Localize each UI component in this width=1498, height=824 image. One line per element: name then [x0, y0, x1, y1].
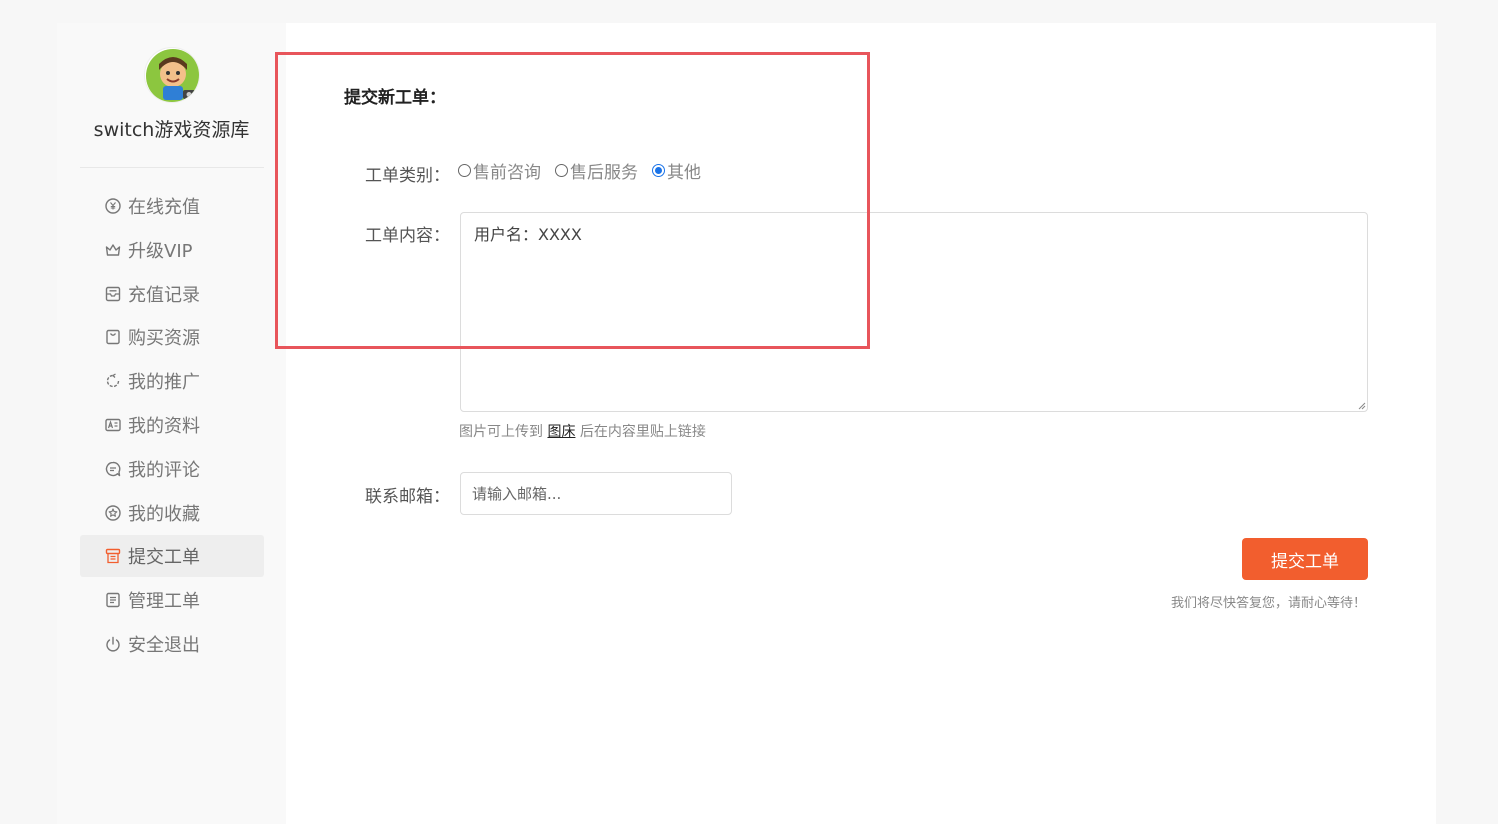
sidebar-item-promotion[interactable]: 我的推广 — [80, 360, 264, 402]
sidebar-item-recharge-records[interactable]: 充值记录 — [80, 273, 264, 315]
resize-grip-icon[interactable] — [1356, 400, 1366, 410]
radio-label: 售后服务 — [570, 163, 638, 183]
avatar[interactable] — [144, 47, 200, 103]
crown-icon — [104, 241, 122, 259]
radio-dot[interactable] — [458, 164, 471, 177]
sidebar-item-comments[interactable]: 我的评论 — [80, 448, 264, 490]
site-name: switch游戏资源库 — [93, 119, 250, 141]
sidebar-nav: 在线充值 升级VIP 充值记录 购买资源 我的推广 我的资料 我的评论 我的收藏… — [80, 185, 264, 667]
radio-label: 售前咨询 — [473, 163, 541, 183]
form-title: 提交新工单： — [344, 88, 446, 108]
sidebar-item-submit-ticket[interactable]: 提交工单 — [80, 535, 264, 578]
sidebar-item-label: 我的推广 — [128, 372, 200, 394]
reply-note: 我们将尽快答复您，请耐心等待！ — [1170, 596, 1366, 611]
radio-aftersale[interactable]: 售后服务 — [555, 158, 638, 183]
star-circle-icon — [104, 504, 122, 522]
power-icon — [104, 635, 122, 653]
radio-dot[interactable] — [555, 164, 568, 177]
content-label: 工单内容： — [365, 226, 450, 246]
inbox-icon — [104, 285, 122, 303]
email-label: 联系邮箱： — [365, 487, 450, 507]
hint-prefix: 图片可上传到 — [459, 424, 543, 440]
sidebar-item-profile[interactable]: 我的资料 — [80, 404, 264, 446]
sidebar-item-label: 升级VIP — [128, 240, 193, 262]
sidebar-item-label: 我的评论 — [128, 459, 200, 481]
avatar-image — [146, 49, 199, 102]
sidebar-item-label: 我的资料 — [128, 415, 200, 437]
ticket-icon — [104, 547, 122, 565]
submit-ticket-button[interactable]: 提交工单 — [1242, 538, 1368, 580]
sidebar-item-recharge[interactable]: 在线充值 — [80, 185, 264, 227]
email-field[interactable] — [460, 472, 732, 515]
hint-suffix: 后在内容里贴上链接 — [579, 424, 706, 440]
profile-card-icon — [104, 416, 122, 434]
sidebar-item-label: 在线充值 — [128, 197, 200, 218]
ticket-form-panel: 提交新工单： 工单类别： 售前咨询 售后服务 其他 工单内容： 图片可上传到 图… — [286, 23, 1436, 824]
sidebar-item-favorites[interactable]: 我的收藏 — [80, 492, 264, 534]
sidebar-item-logout[interactable]: 安全退出 — [80, 623, 264, 665]
sidebar-item-label: 充值记录 — [128, 284, 200, 306]
category-radio-group: 售前咨询 售后服务 其他 — [458, 158, 715, 183]
sidebar-item-label: 购买资源 — [128, 328, 200, 350]
sidebar-item-label: 安全退出 — [128, 634, 200, 656]
sidebar-item-label: 管理工单 — [128, 591, 200, 613]
sidebar-item-purchases[interactable]: 购买资源 — [80, 316, 264, 358]
sidebar-item-manage-tickets[interactable]: 管理工单 — [80, 579, 264, 621]
radio-dot[interactable] — [652, 164, 665, 177]
list-doc-icon — [104, 591, 122, 609]
sidebar-item-upgrade-vip[interactable]: 升级VIP — [80, 229, 264, 271]
comment-icon — [104, 460, 122, 478]
upload-hint: 图片可上传到 图床 后在内容里贴上链接 — [459, 421, 706, 441]
sidebar-item-label: 我的收藏 — [128, 503, 200, 525]
sidebar-item-label: 提交工单 — [128, 547, 200, 569]
yen-circle-icon — [104, 197, 122, 215]
sidebar: switch游戏资源库 在线充值 升级VIP 充值记录 购买资源 我的推广 我的… — [57, 23, 286, 824]
radio-other[interactable]: 其他 — [652, 158, 701, 183]
shopping-bag-icon — [104, 328, 122, 346]
content-textarea[interactable] — [460, 212, 1368, 412]
radio-presale[interactable]: 售前咨询 — [458, 158, 541, 183]
image-host-link[interactable]: 图床 — [547, 424, 575, 440]
category-label: 工单类别： — [365, 166, 450, 186]
radio-label: 其他 — [667, 163, 701, 183]
loop-icon — [104, 372, 122, 390]
sidebar-divider — [80, 167, 264, 168]
